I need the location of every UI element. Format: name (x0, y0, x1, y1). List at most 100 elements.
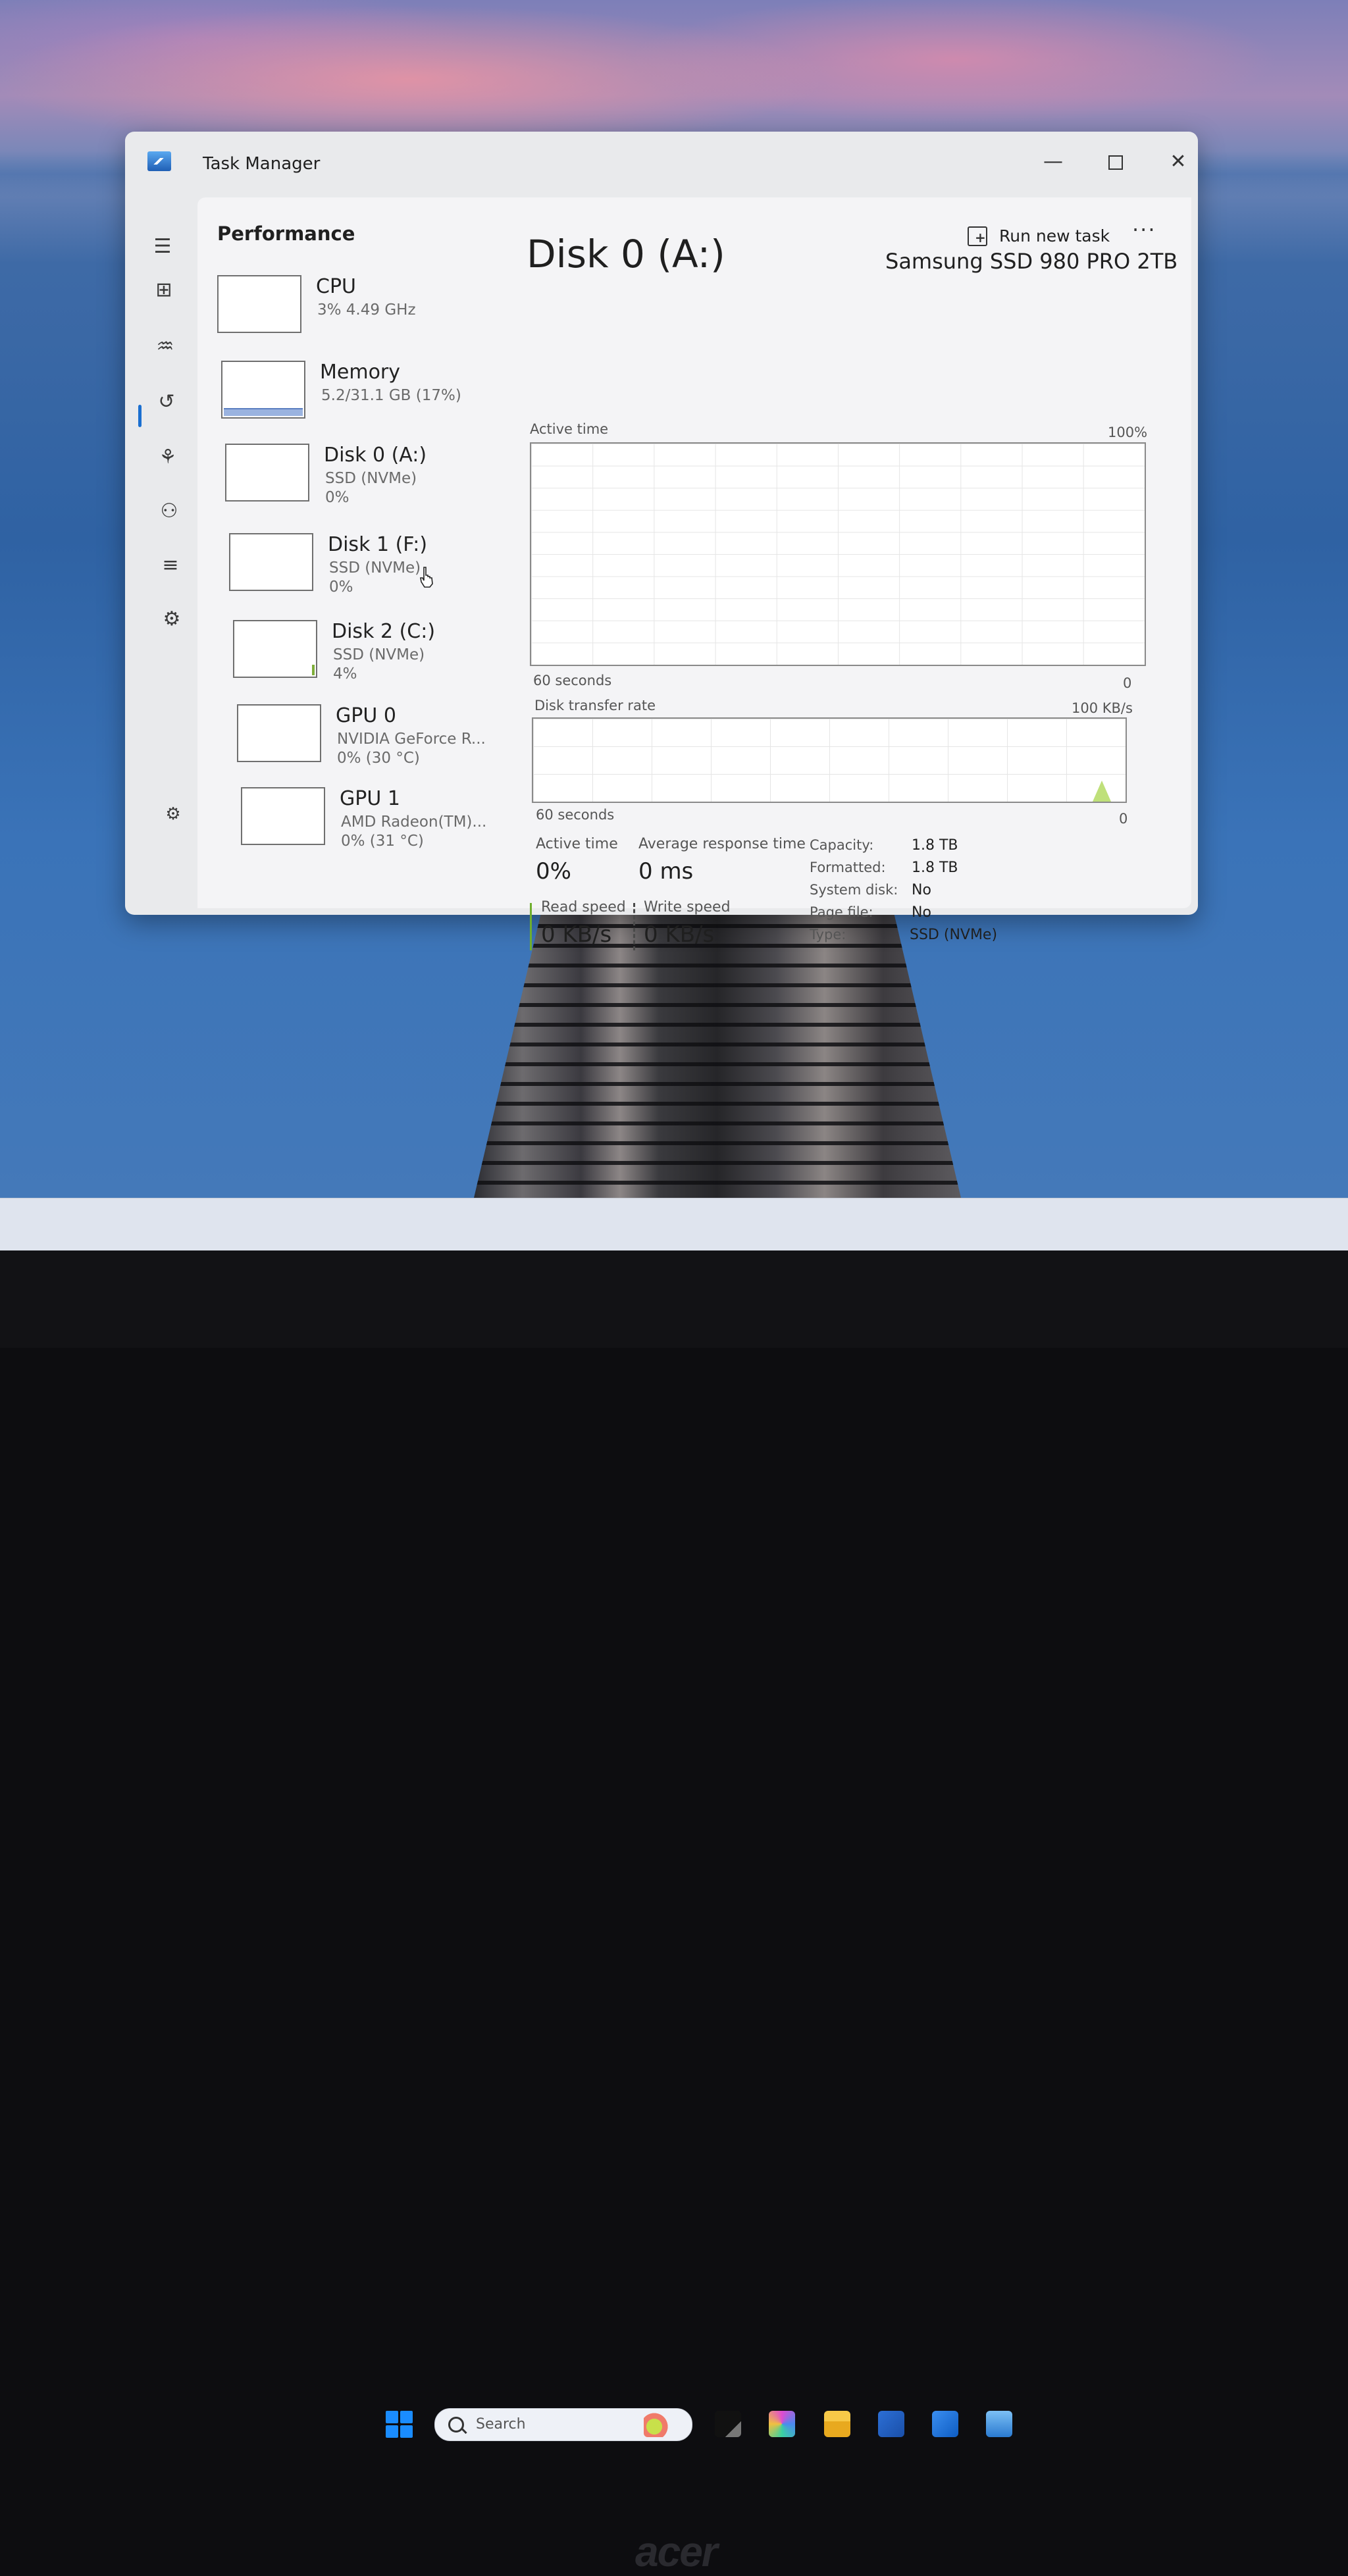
transfer-rate-graph-span: 60 seconds (536, 807, 615, 823)
device-subtitle: SSD (NVMe) (333, 646, 425, 663)
outlook-icon[interactable] (932, 2411, 958, 2437)
device-subtitle: SSD (NVMe) (329, 559, 421, 577)
device-gpu-0[interactable]: GPU 0 NVIDIA GeForce R... 0% (30 °C) (237, 704, 513, 777)
device-disk-0[interactable]: Disk 0 (A:) SSD (NVMe) 0% (225, 444, 502, 516)
device-usage: 0% (30 °C) (337, 750, 420, 767)
property-key: Type: (810, 927, 846, 942)
property-key: Formatted: (810, 860, 886, 875)
device-memory[interactable]: Memory 5.2/31.1 GB (17%) (221, 361, 498, 433)
task-manager-taskbar-icon[interactable] (986, 2411, 1012, 2437)
property-value: No (912, 882, 931, 898)
details-icon[interactable]: ≡ (159, 554, 182, 577)
task-view-icon[interactable] (715, 2411, 741, 2437)
device-usage: 0% (329, 579, 353, 596)
close-button[interactable]: ✕ (1155, 143, 1201, 180)
active-time-graph-label: Active time (530, 421, 609, 437)
file-explorer-icon[interactable] (824, 2411, 850, 2437)
app-history-icon[interactable]: ↺ (155, 391, 178, 413)
device-gpu-1[interactable]: GPU 1 AMD Radeon(TM)... 0% (31 °C) (241, 787, 517, 860)
window-title: Task Manager (203, 154, 321, 174)
gpu-1-thumbnail-graph (241, 787, 325, 845)
search-placeholder: Search (476, 2416, 526, 2433)
disk-1-thumbnail-graph (229, 533, 313, 591)
device-subtitle: AMD Radeon(TM)... (341, 813, 487, 831)
mouse-pointer-hand-icon (420, 567, 433, 588)
active-time-graph-max: 100% (1108, 425, 1148, 440)
startup-apps-icon[interactable]: ⚘ (157, 446, 179, 469)
more-options-button[interactable]: ··· (1132, 217, 1156, 242)
cpu-thumbnail-graph (217, 275, 301, 333)
microsoft-365-icon[interactable] (769, 2411, 795, 2437)
device-name: Disk 1 (F:) (328, 533, 428, 556)
taskbar: Search (0, 1198, 1348, 2441)
property-value: 1.8 TB (912, 837, 958, 854)
device-name: GPU 1 (340, 787, 400, 810)
microsoft-store-icon[interactable] (878, 2411, 904, 2437)
device-subtitle: NVIDIA GeForce R... (337, 731, 486, 748)
users-icon[interactable]: ⚇ (158, 500, 180, 523)
disk-0-thumbnail-graph (225, 444, 309, 502)
device-name: Disk 2 (C:) (332, 620, 436, 643)
avg-response-value: 0 ms (638, 858, 694, 885)
navigation-rail: ☰ ⊞ ♒ ↺ ⚘ ⚇ ≡ ⚙ ⚙ (125, 197, 197, 915)
minimize-button[interactable]: — (1030, 143, 1076, 180)
device-subtitle: 3% 4.49 GHz (317, 301, 416, 319)
property-key: System disk: (810, 882, 898, 898)
performance-icon[interactable]: ♒ (154, 336, 176, 358)
device-subtitle: SSD (NVMe) (325, 470, 417, 487)
device-name: Disk 0 (A:) (324, 444, 427, 467)
hamburger-icon[interactable]: ☰ (151, 236, 174, 258)
device-usage: 0% (31 °C) (341, 833, 424, 850)
monitor-bezel: acer (0, 1250, 1348, 2575)
property-value: SSD (NVMe) (910, 927, 998, 943)
transfer-rate-graph-label: Disk transfer rate (534, 698, 656, 713)
device-name: GPU 0 (336, 704, 396, 727)
property-value: 1.8 TB (912, 860, 958, 876)
run-task-icon (968, 226, 987, 246)
active-time-graph (530, 442, 1146, 666)
processes-icon[interactable]: ⊞ (153, 279, 175, 301)
property-key: Page file: (810, 904, 873, 920)
property-value: No (912, 904, 931, 921)
search-icon (448, 2417, 464, 2433)
start-button-windows-icon[interactable] (386, 2411, 413, 2438)
transfer-rate-graph-min: 0 (1119, 811, 1128, 827)
memory-usage-fill (224, 408, 303, 416)
memory-thumbnail-graph (221, 361, 305, 419)
services-icon[interactable]: ⚙ (161, 608, 183, 631)
task-manager-app-icon (147, 151, 171, 171)
device-cpu[interactable]: CPU 3% 4.49 GHz (217, 275, 494, 348)
maximize-icon (1108, 155, 1123, 170)
selected-device-title: Disk 0 (A:) (527, 232, 725, 276)
device-name: Memory (320, 361, 401, 384)
device-usage: 0% (325, 489, 350, 506)
active-time-graph-span: 60 seconds (533, 673, 612, 688)
active-time-label: Active time (536, 836, 618, 852)
transfer-rate-graph-max: 100 KB/s (1072, 700, 1133, 716)
read-speed-value: 0 KB/s (541, 921, 612, 948)
nav-selected-indicator (138, 405, 142, 427)
disk-2-thumbnail-graph (233, 620, 317, 678)
search-highlight-icon[interactable] (644, 2411, 670, 2437)
settings-icon[interactable]: ⚙ (162, 803, 184, 825)
disk-2-activity-spike (312, 665, 315, 675)
page-title: Performance (217, 222, 355, 245)
avg-response-label: Average response time (638, 836, 806, 852)
title-bar[interactable]: Task Manager — ✕ (125, 132, 1198, 197)
read-speed-legend-bar (530, 903, 532, 950)
write-speed-legend-bar (633, 903, 635, 950)
run-new-task-label: Run new task (999, 226, 1110, 245)
device-usage: 4% (333, 665, 357, 683)
active-time-graph-min: 0 (1123, 675, 1132, 691)
wallpaper-pier (474, 908, 961, 1198)
gpu-0-thumbnail-graph (237, 704, 321, 762)
active-time-value: 0% (536, 858, 571, 885)
maximize-button[interactable] (1093, 143, 1139, 180)
device-disk-1[interactable]: Disk 1 (F:) SSD (NVMe) 0% (229, 533, 506, 605)
device-name: CPU (316, 275, 356, 298)
property-key: Capacity: (810, 837, 874, 853)
transfer-rate-spike (1093, 781, 1111, 802)
device-subtitle: 5.2/31.1 GB (17%) (321, 387, 461, 404)
monitor-brand-logo: acer (635, 2528, 718, 2575)
device-disk-2[interactable]: Disk 2 (C:) SSD (NVMe) 4% (233, 620, 509, 692)
